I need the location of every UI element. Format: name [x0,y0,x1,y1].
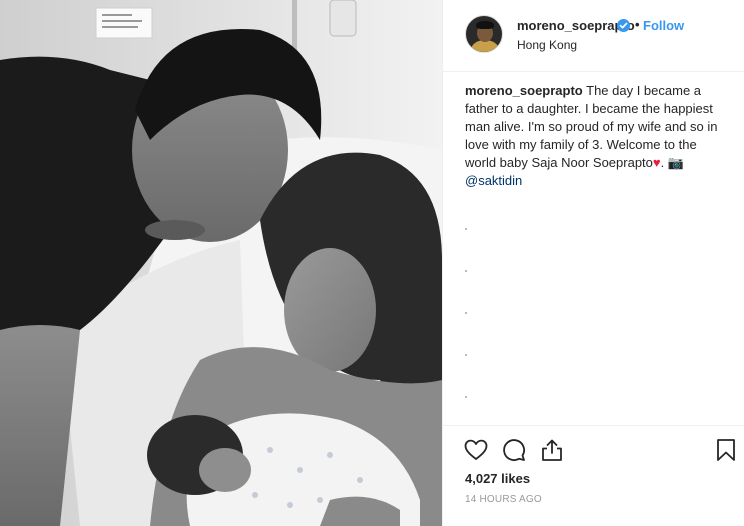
post-detail-panel: moreno_soeprapto • Follow Hong Kong more… [442,0,744,526]
separator-dot: • [635,17,640,32]
avatar[interactable] [465,15,503,53]
caption-line-break-mark [465,396,467,398]
caption-punctuation: . [660,155,668,170]
heart-icon[interactable] [463,437,489,463]
caption-username[interactable]: moreno_soeprapto [465,83,583,98]
location-link[interactable]: Hong Kong [517,38,577,52]
photo-illustration [0,0,442,526]
comment-icon[interactable] [501,437,527,463]
caption-line-break-mark [465,270,467,272]
post-caption: moreno_soeprapto The day I became a fath… [465,82,727,190]
post-timestamp[interactable]: 14 HOURS AGO [465,494,542,505]
camera-emoji: 📷 [667,155,685,170]
post-photo[interactable] [0,0,442,526]
caption-line-break-mark [465,228,467,230]
mention-link[interactable]: @saktidin [465,173,522,188]
post-header: moreno_soeprapto • Follow Hong Kong [443,0,744,72]
bookmark-icon[interactable] [713,437,739,463]
caption-line-break-mark [465,354,467,356]
likes-count[interactable]: 4,027 likes [465,471,530,486]
share-icon[interactable] [539,437,565,463]
red-heart-emoji: ♥ [652,155,661,170]
follow-button[interactable]: Follow [643,18,684,33]
post-actions: 4,027 likes 14 HOURS AGO [443,425,744,526]
avatar-hair [476,21,494,29]
verified-badge-icon [617,19,630,32]
caption-line-break-mark [465,312,467,314]
